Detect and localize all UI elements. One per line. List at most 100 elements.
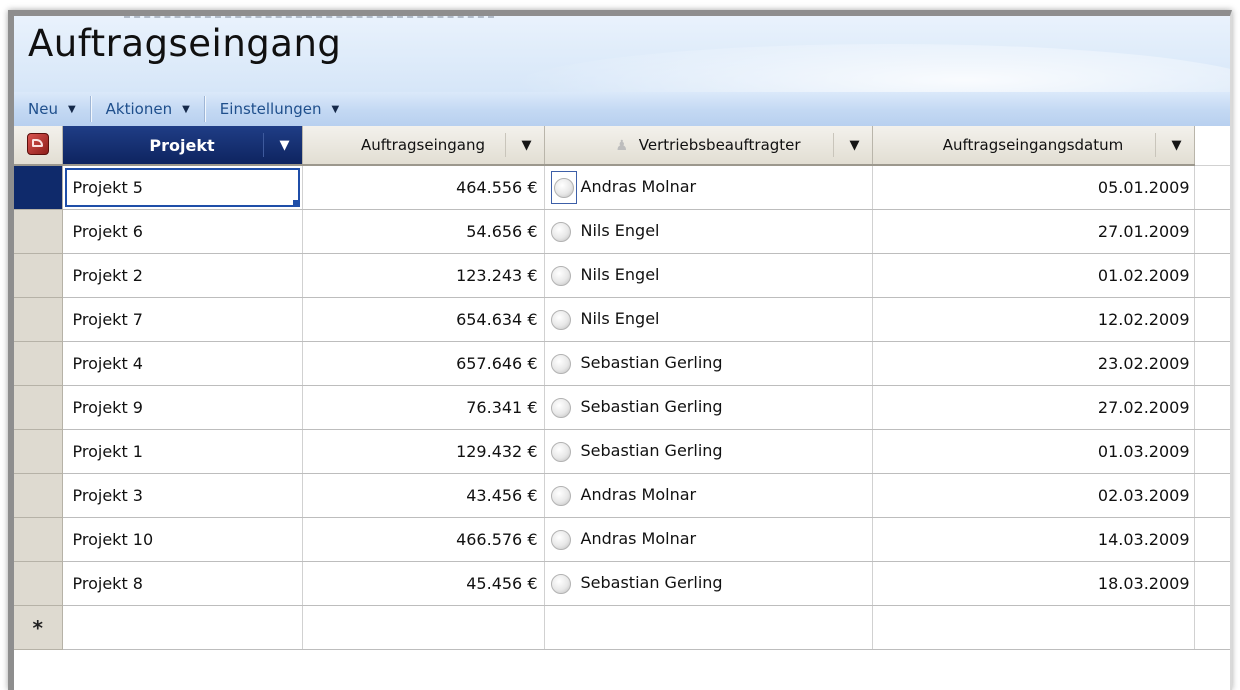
date-value: 01.02.2009 xyxy=(1097,266,1190,285)
presence-status-icon[interactable] xyxy=(550,397,571,418)
chevron-down-icon: ▼ xyxy=(331,103,340,115)
auftragseingang-cell[interactable]: 123.243 € xyxy=(302,253,545,298)
auftragseingang-cell[interactable]: 657.646 € xyxy=(302,341,545,386)
datum-cell[interactable]: 12.02.2009 xyxy=(872,297,1195,342)
column-header-label: Auftragseingang xyxy=(360,136,485,154)
projekt-cell[interactable]: Projekt 6 xyxy=(62,209,303,254)
row-selector[interactable] xyxy=(14,385,63,430)
table-row[interactable]: Projekt 10 466.576 € Andras Molnar 14.03… xyxy=(14,517,1230,562)
vertrieb-cell[interactable]: Andras Molnar xyxy=(544,517,873,562)
vertrieb-cell[interactable]: Sebastian Gerling xyxy=(544,561,873,606)
table-row[interactable]: Projekt 6 54.656 € Nils Engel 27.01.2009 xyxy=(14,209,1230,254)
datum-cell[interactable]: 14.03.2009 xyxy=(872,517,1195,562)
vertrieb-cell[interactable]: Andras Molnar xyxy=(544,473,873,518)
auftragseingang-cell[interactable]: 43.456 € xyxy=(302,473,545,518)
new-record-selector[interactable]: * xyxy=(14,605,63,650)
table-row[interactable]: Projekt 8 45.456 € Sebastian Gerling 18.… xyxy=(14,561,1230,606)
column-filter-dropdown-icon[interactable]: ▼ xyxy=(522,138,532,153)
projekt-cell[interactable]: Projekt 1 xyxy=(62,429,303,474)
vertrieb-cell[interactable]: Nils Engel xyxy=(544,209,873,254)
presence-status-icon[interactable] xyxy=(550,265,571,286)
presence-status-icon[interactable] xyxy=(550,353,571,374)
new-record-row[interactable]: * xyxy=(14,605,1230,650)
vertrieb-cell[interactable]: Nils Engel xyxy=(544,297,873,342)
projekt-cell[interactable]: Projekt 8 xyxy=(62,561,303,606)
column-header-auftragseingangsdatum[interactable]: Auftragseingangsdatum ▼ xyxy=(872,126,1195,166)
vertrieb-cell[interactable]: Andras Molnar xyxy=(544,165,873,210)
datum-cell[interactable]: 23.02.2009 xyxy=(872,341,1195,386)
presence-status-icon[interactable] xyxy=(550,309,571,330)
auftragseingang-cell-new[interactable] xyxy=(302,605,545,650)
grid-filler xyxy=(1194,165,1230,210)
projekt-cell-new[interactable] xyxy=(62,605,303,650)
auftragseingang-cell[interactable]: 54.656 € xyxy=(302,209,545,254)
column-filter-dropdown-icon[interactable]: ▼ xyxy=(850,138,860,153)
new-record-marker: * xyxy=(32,615,43,640)
actions-menu-button[interactable]: Aktionen ▼ xyxy=(92,92,204,126)
column-header-vertriebsbeauftragter[interactable]: ♟ Vertriebsbeauftragter ▼ xyxy=(544,126,873,166)
amount-value: 657.646 € xyxy=(456,354,538,373)
datum-cell[interactable]: 02.03.2009 xyxy=(872,473,1195,518)
projekt-cell[interactable]: Projekt 9 xyxy=(62,385,303,430)
table-row[interactable]: Projekt 3 43.456 € Andras Molnar 02.03.2… xyxy=(14,473,1230,518)
settings-menu-button[interactable]: Einstellungen ▼ xyxy=(206,92,353,126)
datum-cell[interactable]: 01.02.2009 xyxy=(872,253,1195,298)
column-filter-dropdown-icon[interactable]: ▼ xyxy=(1172,138,1182,153)
row-selector[interactable] xyxy=(14,297,63,342)
row-selector[interactable] xyxy=(14,341,63,386)
row-selector[interactable] xyxy=(14,165,63,210)
presence-status-icon[interactable] xyxy=(550,485,571,506)
projekt-cell[interactable]: Projekt 2 xyxy=(62,253,303,298)
select-all-corner[interactable] xyxy=(14,126,63,166)
vertrieb-cell[interactable]: Sebastian Gerling xyxy=(544,429,873,474)
table-row[interactable]: Projekt 4 657.646 € Sebastian Gerling 23… xyxy=(14,341,1230,386)
table-row[interactable]: Projekt 5 464.556 € Andras Molnar 05.01.… xyxy=(14,165,1230,210)
projekt-cell[interactable]: Projekt 7 xyxy=(62,297,303,342)
auftragseingang-cell[interactable]: 466.576 € xyxy=(302,517,545,562)
auftragseingang-cell[interactable]: 129.432 € xyxy=(302,429,545,474)
date-value: 01.03.2009 xyxy=(1097,442,1190,461)
table-row[interactable]: Projekt 7 654.634 € Nils Engel 12.02.200… xyxy=(14,297,1230,342)
row-selector[interactable] xyxy=(14,209,63,254)
column-header-projekt[interactable]: Projekt ▼ xyxy=(62,126,303,166)
datum-cell[interactable]: 27.01.2009 xyxy=(872,209,1195,254)
vertrieb-cell[interactable]: Sebastian Gerling xyxy=(544,341,873,386)
row-selector[interactable] xyxy=(14,517,63,562)
presence-status-icon[interactable] xyxy=(550,221,571,242)
datum-cell[interactable]: 01.03.2009 xyxy=(872,429,1195,474)
fill-handle[interactable] xyxy=(292,200,299,206)
presence-status-icon[interactable] xyxy=(550,573,571,594)
new-menu-label: Neu xyxy=(28,100,58,118)
datum-cell-new[interactable] xyxy=(872,605,1195,650)
auftragseingang-cell[interactable]: 45.456 € xyxy=(302,561,545,606)
row-selector[interactable] xyxy=(14,473,63,518)
datum-cell[interactable]: 05.01.2009 xyxy=(872,165,1195,210)
amount-value: 123.243 € xyxy=(456,266,538,285)
presence-status[interactable] xyxy=(550,171,577,204)
auftragseingang-cell[interactable]: 464.556 € xyxy=(302,165,545,210)
new-menu-button[interactable]: Neu ▼ xyxy=(14,92,90,126)
datum-cell[interactable]: 18.03.2009 xyxy=(872,561,1195,606)
projekt-cell[interactable]: Projekt 4 xyxy=(62,341,303,386)
presence-status-icon[interactable] xyxy=(550,529,571,550)
table-row[interactable]: Projekt 9 76.341 € Sebastian Gerling 27.… xyxy=(14,385,1230,430)
row-selector[interactable] xyxy=(14,429,63,474)
auftragseingang-cell[interactable]: 654.634 € xyxy=(302,297,545,342)
rep-name: Sebastian Gerling xyxy=(580,573,723,593)
vertrieb-cell-new[interactable] xyxy=(544,605,873,650)
vertrieb-cell[interactable]: Sebastian Gerling xyxy=(544,385,873,430)
projekt-value: Projekt 10 xyxy=(72,530,154,549)
projekt-cell[interactable]: Projekt 10 xyxy=(62,517,303,562)
projekt-cell[interactable]: Projekt 5 xyxy=(62,165,303,210)
auftragseingang-cell[interactable]: 76.341 € xyxy=(302,385,545,430)
datum-cell[interactable]: 27.02.2009 xyxy=(872,385,1195,430)
column-header-auftragseingang[interactable]: Auftragseingang ▼ xyxy=(302,126,545,166)
row-selector[interactable] xyxy=(14,561,63,606)
vertrieb-cell[interactable]: Nils Engel xyxy=(544,253,873,298)
projekt-cell[interactable]: Projekt 3 xyxy=(62,473,303,518)
column-filter-dropdown-icon[interactable]: ▼ xyxy=(280,138,290,153)
presence-status-icon[interactable] xyxy=(550,441,571,462)
row-selector[interactable] xyxy=(14,253,63,298)
table-row[interactable]: Projekt 1 129.432 € Sebastian Gerling 01… xyxy=(14,429,1230,474)
table-row[interactable]: Projekt 2 123.243 € Nils Engel 01.02.200… xyxy=(14,253,1230,298)
